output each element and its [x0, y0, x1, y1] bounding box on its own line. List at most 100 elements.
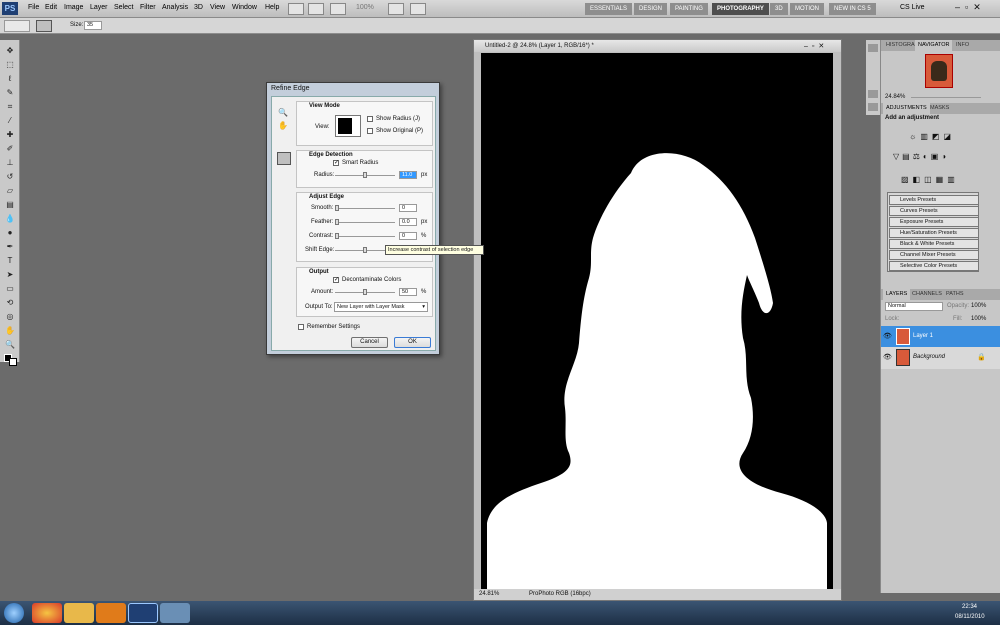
status-zoom[interactable]: 24.81% [479, 589, 499, 600]
tab-channels[interactable]: CHANNELS [909, 289, 945, 300]
amount-slider-thumb[interactable] [363, 289, 367, 295]
healing-brush-tool-icon[interactable]: ✚ [3, 130, 17, 140]
menu-3d[interactable]: 3D [194, 4, 203, 11]
eye-icon[interactable]: 👁 [883, 332, 892, 340]
adjustment-icons-row-1[interactable]: ☼▥◩◪ [909, 132, 969, 142]
photoshop-taskbar-icon[interactable] [128, 603, 158, 623]
smart-radius-checkbox[interactable]: ✓ [333, 160, 339, 166]
exposure-presets[interactable]: Exposure Presets [889, 217, 979, 227]
chrome-taskbar-icon[interactable] [32, 603, 62, 623]
cancel-button[interactable]: Cancel [351, 337, 388, 348]
tab-info[interactable]: INFO [953, 40, 972, 51]
layer-row-selected[interactable]: 👁 Layer 1 [881, 326, 1000, 348]
3d-orbit-tool-icon[interactable]: ◎ [3, 312, 17, 322]
workspace-3d[interactable]: 3D [770, 3, 788, 15]
3d-rotate-tool-icon[interactable]: ⟲ [3, 298, 17, 308]
ok-button[interactable]: OK [394, 337, 431, 348]
view-preview-dropdown[interactable] [335, 115, 361, 137]
tab-adjustments[interactable]: ADJUSTMENTS [883, 103, 930, 114]
show-radius-checkbox[interactable] [367, 116, 373, 122]
workspace-painting[interactable]: PAINTING [670, 3, 708, 15]
black-white-presets[interactable]: Black & White Presets [889, 239, 979, 249]
menu-file[interactable]: File [28, 4, 39, 11]
zoom-tool-icon[interactable]: 🔍 [3, 340, 17, 350]
window-controls[interactable]: –▫✕ [955, 2, 995, 15]
menu-select[interactable]: Select [114, 4, 133, 11]
menu-edit[interactable]: Edit [45, 4, 57, 11]
show-original-checkbox[interactable] [367, 128, 373, 134]
navigator-thumbnail[interactable] [925, 54, 953, 88]
cs-live-button[interactable]: CS Live [900, 4, 925, 11]
workspace-design[interactable]: DESIGN [634, 3, 668, 15]
feather-slider-thumb[interactable] [335, 219, 339, 225]
explorer-taskbar-icon[interactable] [64, 603, 94, 623]
menu-image[interactable]: Image [64, 4, 83, 11]
document-canvas[interactable] [481, 53, 833, 590]
blur-tool-icon[interactable]: 💧 [3, 214, 17, 224]
history-panel-icon[interactable] [868, 44, 878, 52]
output-to-select[interactable]: New Layer with Layer Mask ▾ [334, 302, 428, 312]
clone-stamp-tool-icon[interactable]: ⊥ [3, 158, 17, 168]
move-tool-icon[interactable]: ✥ [3, 46, 17, 56]
remember-settings-checkbox[interactable] [298, 324, 304, 330]
adjustment-icons-row-2[interactable]: ▽▤⚖◐▣◑ [893, 152, 985, 162]
feather-input[interactable]: 0.0 [399, 218, 417, 226]
brush-tool-icon[interactable]: ✐ [3, 144, 17, 154]
selective-color-presets[interactable]: Selective Color Presets [889, 261, 979, 271]
fill-value[interactable]: 100% [971, 316, 986, 322]
hand-tool-icon[interactable]: ✋ [3, 326, 17, 336]
radius-input[interactable]: 11.0 [399, 171, 417, 179]
layer-row[interactable]: 👁 Background 🔒 [881, 347, 1000, 369]
lasso-tool-icon[interactable]: ℓ [3, 74, 17, 84]
tab-navigator[interactable]: NAVIGATOR [915, 40, 953, 51]
workspace-essentials[interactable]: ESSENTIALS [585, 3, 633, 15]
tab-histogram[interactable]: HISTOGRA [883, 40, 918, 51]
workspace-photography[interactable]: PHOTOGRAPHY [712, 3, 769, 15]
marquee-tool-icon[interactable]: ⬚ [3, 60, 17, 70]
background-color-swatch[interactable] [9, 358, 17, 366]
amount-input[interactable]: 50 [399, 288, 417, 296]
menu-analysis[interactable]: Analysis [162, 4, 188, 11]
zoom-tool-icon[interactable]: 🔍 [278, 108, 288, 117]
opacity-value[interactable]: 100% [971, 303, 986, 309]
channel-mixer-presets[interactable]: Channel Mixer Presets [889, 250, 979, 260]
document-window-controls[interactable]: –▫✕ [804, 41, 838, 50]
bridge-icon[interactable] [288, 3, 304, 15]
tab-masks[interactable]: MASKS [927, 103, 952, 114]
shape-tool-icon[interactable]: ▭ [3, 284, 17, 294]
menu-filter[interactable]: Filter [140, 4, 156, 11]
menu-help[interactable]: Help [265, 4, 279, 11]
smooth-slider-thumb[interactable] [335, 205, 339, 211]
curves-presets[interactable]: Curves Presets [889, 206, 979, 216]
screen-mode-icon[interactable] [410, 3, 426, 15]
levels-presets[interactable]: Levels Presets [889, 195, 979, 205]
menu-window[interactable]: Window [232, 4, 257, 11]
refine-radius-tool-icon[interactable] [277, 152, 291, 165]
tab-layers[interactable]: LAYERS [883, 289, 911, 300]
start-button[interactable] [4, 603, 24, 623]
app-taskbar-icon[interactable] [160, 603, 190, 623]
tab-paths[interactable]: PATHS [943, 289, 967, 300]
workspace-motion[interactable]: MOTION [790, 3, 824, 15]
navigator-zoom-slider[interactable] [911, 97, 981, 98]
actions-panel-icon[interactable] [868, 90, 878, 98]
refine-radius-tool-icon[interactable] [36, 20, 52, 32]
size-input[interactable]: 35 [84, 21, 102, 30]
arrange-documents-icon[interactable] [388, 3, 404, 15]
path-selection-tool-icon[interactable]: ➤ [3, 270, 17, 280]
pen-tool-icon[interactable]: ✒ [3, 242, 17, 252]
view-extras-icon[interactable] [330, 3, 346, 15]
contrast-slider-thumb[interactable] [335, 233, 339, 239]
type-tool-icon[interactable]: T [3, 256, 17, 266]
media-player-taskbar-icon[interactable] [96, 603, 126, 623]
gradient-tool-icon[interactable]: ▤ [3, 200, 17, 210]
blend-mode-select[interactable]: Normal [885, 302, 943, 311]
eyedropper-tool-icon[interactable]: ⁄ [3, 116, 17, 126]
tool-preset-picker[interactable] [4, 20, 30, 32]
crop-tool-icon[interactable]: ⌗ [3, 102, 17, 112]
dodge-tool-icon[interactable]: ● [3, 228, 17, 238]
brush-panel-icon[interactable] [868, 103, 878, 111]
history-brush-tool-icon[interactable]: ↺ [3, 172, 17, 182]
eye-icon[interactable]: 👁 [883, 353, 892, 361]
menu-view[interactable]: View [210, 4, 225, 11]
